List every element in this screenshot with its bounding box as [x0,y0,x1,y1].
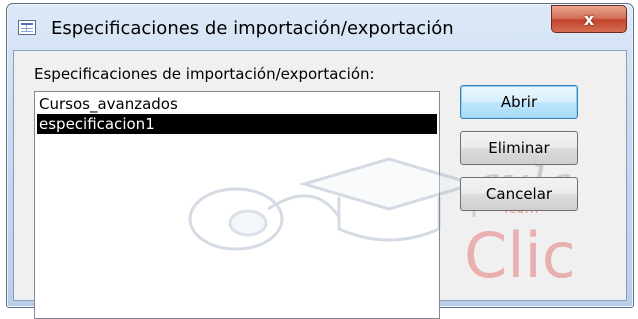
specifications-listbox[interactable]: Cursos_avanzados especificacion1 [34,91,440,319]
list-item[interactable]: Cursos_avanzados [37,94,437,114]
window-title: Especificaciones de importación/exportac… [51,18,454,39]
close-button[interactable]: x [551,5,627,33]
dialog-body: Especificaciones de importación/exportac… [13,50,627,319]
open-button[interactable]: Abrir [460,85,578,119]
dialog-window: Especificaciones de importación/exportac… [6,3,634,319]
title-bar[interactable]: Especificaciones de importación/exportac… [7,4,633,50]
table-icon [18,20,36,35]
close-icon: x [583,9,595,29]
delete-button[interactable]: Eliminar [460,131,578,165]
cancel-button[interactable]: Cancelar [460,177,578,211]
specifications-label: Especificaciones de importación/exportac… [34,65,375,83]
list-item-selected[interactable]: especificacion1 [37,114,437,134]
watermark-clic-text: Clic [464,219,576,289]
